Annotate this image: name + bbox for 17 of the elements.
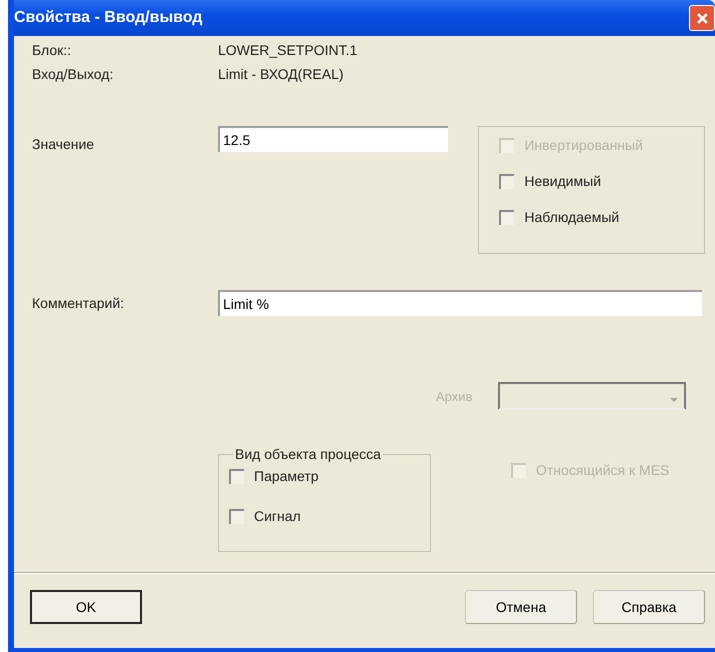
field-label: Комментарий: bbox=[32, 295, 126, 311]
dialog-button[interactable]: OK bbox=[30, 590, 142, 624]
field-value: LOWER_SETPOINT.1 bbox=[218, 42, 358, 58]
checkbox-label: Параметр bbox=[254, 468, 319, 484]
dialog-button[interactable]: Справка bbox=[593, 590, 705, 624]
field-label: Значение bbox=[32, 136, 96, 154]
checkbox-label: Невидимый bbox=[524, 173, 602, 189]
field-label: Блок:: bbox=[32, 42, 72, 58]
field-value: Limit - ВХОД(REAL) bbox=[218, 66, 344, 82]
comment-field[interactable]: Limit % bbox=[218, 290, 702, 316]
checkbox-label: Сигнал bbox=[254, 508, 301, 524]
field-label: Вход/Выход: bbox=[32, 66, 114, 82]
value-field[interactable]: 12.5 bbox=[218, 126, 448, 152]
checkbox-label: Наблюдаемый bbox=[524, 209, 620, 225]
group-title: Вид объекта процесса bbox=[234, 446, 382, 462]
dialog-button[interactable]: Отмена bbox=[465, 590, 577, 624]
window-title: Свойства - Ввод/вывод bbox=[14, 9, 202, 27]
